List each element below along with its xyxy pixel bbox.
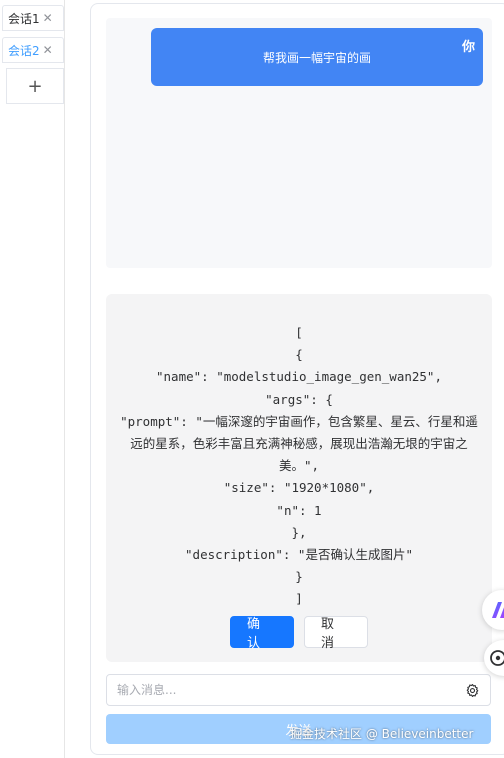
add-session-button[interactable]: + (6, 68, 64, 104)
message-input-box (106, 674, 491, 706)
cancel-button[interactable]: 取 消 (304, 616, 368, 651)
chat-app: 会话1 ✕ 会话2 ✕ + 帮我画一幅宇宙的画 你 [ { "name": "m… (0, 0, 504, 758)
tool-call-json: [ { "name": "modelstudio_image_gen_wan25… (120, 325, 478, 607)
session-tab-label: 会话1 (8, 11, 40, 26)
floating-assistant-button[interactable] (482, 590, 504, 630)
session-tab-1[interactable]: 会话1 ✕ (2, 5, 64, 31)
tool-call-confirm-card: [ { "name": "modelstudio_image_gen_wan25… (106, 294, 492, 662)
floating-tool-button[interactable] (484, 640, 504, 676)
user-message-bubble: 帮我画一幅宇宙的画 你 (151, 28, 483, 86)
close-icon[interactable]: ✕ (43, 44, 53, 56)
sender-label: 你 (461, 40, 475, 55)
user-message-text: 帮我画一幅宇宙的画 (262, 51, 371, 65)
target-icon (490, 650, 504, 666)
session-sidebar: 会话1 ✕ 会话2 ✕ + (0, 0, 65, 758)
assistant-logo-icon (492, 602, 504, 618)
session-tab-2[interactable]: 会话2 ✕ (2, 37, 64, 63)
watermark: 掘金技术社区 @ Believeinbetter (290, 727, 474, 741)
plus-icon: + (27, 75, 43, 97)
session-tab-label: 会话2 (8, 43, 40, 58)
confirm-button[interactable]: 确 认 (230, 616, 294, 651)
gear-icon[interactable] (465, 683, 480, 698)
close-icon[interactable]: ✕ (43, 12, 53, 24)
confirm-actions: 确 认 取 消 (106, 616, 492, 651)
message-input[interactable] (117, 680, 447, 700)
